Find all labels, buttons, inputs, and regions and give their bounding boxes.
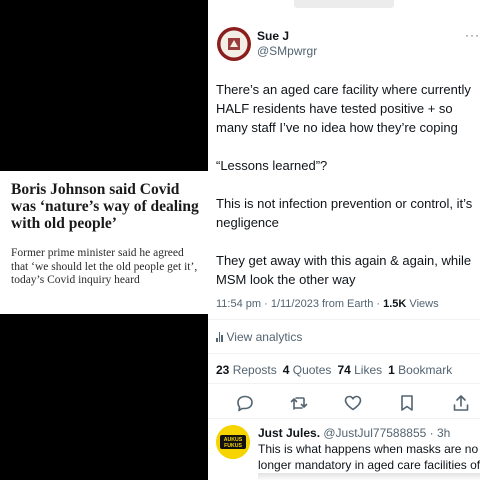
author-avatar[interactable]: [217, 27, 251, 61]
article-headline[interactable]: Boris Johnson said Covid was ‘nature’s w…: [11, 181, 203, 232]
like-icon[interactable]: [343, 393, 363, 413]
tweet-line: This is not infection prevention or cont…: [216, 196, 473, 211]
quotes-stat[interactable]: 4 Quotes: [283, 363, 332, 377]
tweet-line: many staff I’ve no idea how they’re copi…: [216, 120, 458, 135]
tweet-timestamp[interactable]: 11:54 pm · 1/11/2023 from Earth ·: [216, 298, 383, 310]
share-icon[interactable]: [451, 393, 471, 413]
divider: [208, 319, 480, 320]
tweet-line: [216, 232, 480, 251]
repost-icon[interactable]: [289, 393, 309, 413]
news-article-card[interactable]: Boris Johnson said Covid was ‘nature’s w…: [0, 171, 208, 314]
likes-stat[interactable]: 74 Likes: [337, 363, 382, 377]
top-bar: [294, 0, 394, 8]
author-name[interactable]: Sue J: [257, 29, 289, 43]
action-bar: [235, 393, 475, 413]
reply-author-handle[interactable]: @JustJul77588855 · 3h: [320, 426, 450, 440]
divider: [208, 353, 480, 354]
more-options-icon[interactable]: ···: [465, 28, 480, 42]
tweet-line: negligence: [216, 215, 279, 230]
reply-line: longer mandatory in aged care facilities…: [258, 458, 480, 472]
tweet-meta: 11:54 pm · 1/11/2023 from Earth · 1.5K V…: [216, 298, 439, 310]
tweet-panel: Sue J @SMpwrgr ··· There’s an aged care …: [208, 0, 480, 480]
tweet-line: [216, 137, 480, 156]
reply-line: This is what happens when masks are no: [258, 442, 479, 456]
divider: [208, 383, 480, 384]
reply-header: Just Jules. @JustJul77588855 · 3h: [258, 426, 450, 440]
views-count: 1.5K: [383, 298, 407, 310]
tweet-line: They get away with this again & again, w…: [216, 253, 472, 268]
engagement-stats: 23 Reposts 4 Quotes 74 Likes 1 Bookmark: [216, 363, 452, 377]
left-panel: Boris Johnson said Covid was ‘nature’s w…: [0, 0, 208, 480]
tweet-body: There’s an aged care facility where curr…: [216, 80, 480, 289]
avatar-emblem-icon: [217, 27, 251, 61]
views-label: Views: [406, 298, 439, 310]
view-analytics-link[interactable]: View analytics: [216, 330, 302, 344]
reply-avatar-badge-icon: AUKUS FUKUS: [216, 425, 250, 459]
author-handle[interactable]: @SMpwrgr: [257, 44, 317, 58]
tweet-line: There’s an aged care facility where curr…: [216, 82, 471, 97]
reply-icon[interactable]: [235, 393, 255, 413]
bookmarks-stat[interactable]: 1 Bookmark: [388, 363, 452, 377]
tweet-line: MSM look the other way: [216, 272, 356, 287]
analytics-icon: [216, 332, 223, 342]
svg-text:FUKUS: FUKUS: [224, 443, 242, 449]
tweet-line: HALF residents have tested positive + so: [216, 101, 453, 116]
tweet-line: “Lessons learned”?: [216, 158, 328, 173]
bookmark-icon[interactable]: [397, 393, 417, 413]
article-standfirst: Former prime minister said he agreed tha…: [11, 247, 198, 286]
reposts-stat[interactable]: 23 Reposts: [216, 363, 277, 377]
reply-author-avatar[interactable]: AUKUS FUKUS: [216, 425, 250, 459]
divider: [208, 418, 480, 419]
view-analytics-label: View analytics: [226, 330, 303, 344]
tweet-line: [216, 175, 480, 194]
reply-body: This is what happens when masks are no l…: [258, 441, 480, 473]
reply-overflow-fade: [258, 473, 480, 480]
reply-author-name[interactable]: Just Jules.: [258, 426, 320, 440]
